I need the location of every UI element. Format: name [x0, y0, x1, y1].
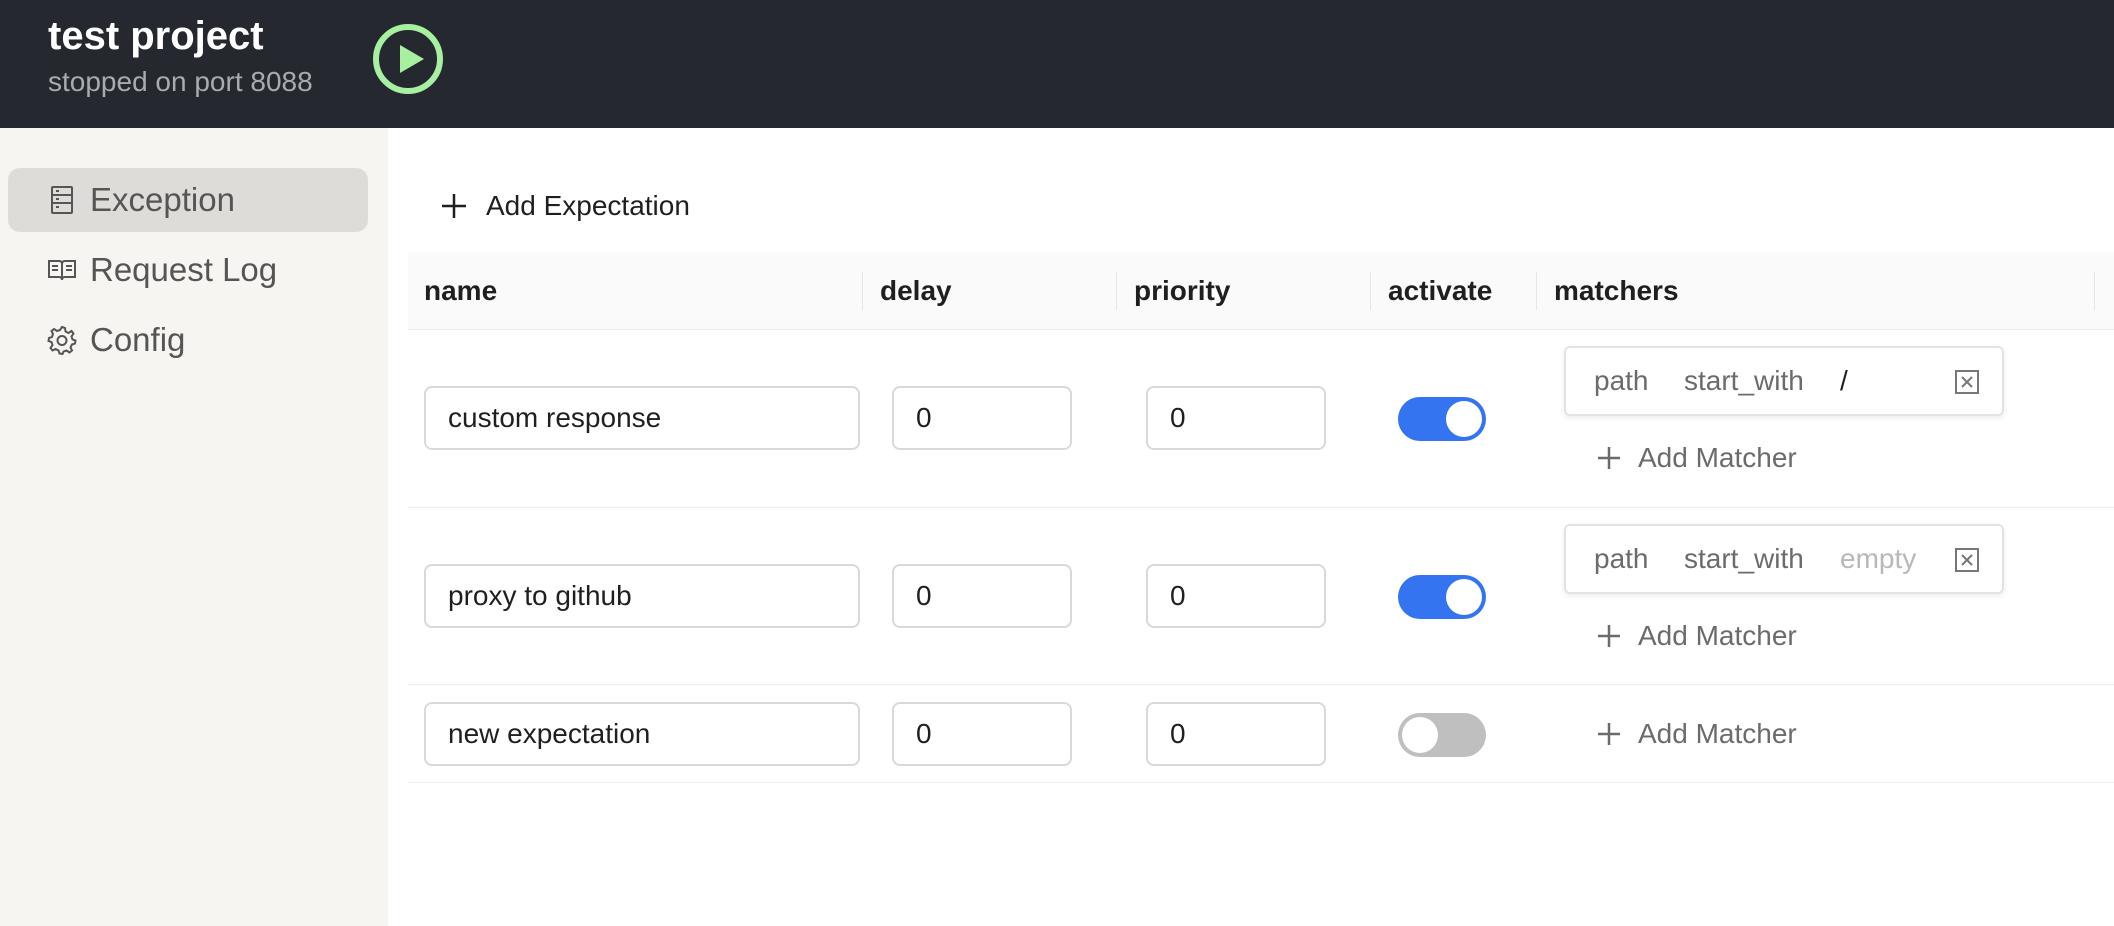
sidebar-item-label: Config: [90, 321, 186, 358]
column-header-priority: priority: [1134, 275, 1231, 306]
expectation-name-input[interactable]: proxy to github: [424, 564, 860, 628]
row-divider: [408, 507, 2114, 508]
activate-toggle[interactable]: [1398, 713, 1486, 757]
sidebar: Exception Request Log Config: [0, 128, 388, 926]
close-icon[interactable]: [1954, 547, 1980, 573]
column-header-activate: activate: [1388, 275, 1493, 306]
add-expectation-label: Add Expectation: [486, 190, 690, 221]
matcher: path start_with /: [1564, 346, 2004, 416]
play-circle-icon: [373, 24, 443, 94]
row-divider: [408, 684, 2114, 685]
matcher: path start_with empty: [1564, 524, 2004, 594]
column-divider: [1370, 272, 1371, 310]
add-matcher-label: Add Matcher: [1638, 442, 1797, 473]
add-matcher-button[interactable]: Add Matcher: [1596, 614, 1797, 658]
add-matcher-label: Add Matcher: [1638, 620, 1797, 651]
main-content: Add Expectation name delay priority acti…: [388, 128, 2114, 926]
sidebar-item-config[interactable]: Config: [8, 308, 368, 372]
column-divider: [1116, 272, 1117, 310]
delay-input[interactable]: 0: [892, 702, 1072, 766]
top-bar: test project stopped on port 8088: [0, 0, 2114, 128]
matcher-op-select[interactable]: start_with: [1684, 526, 1804, 592]
toggle-knob: [1446, 579, 1482, 615]
plus-icon: [1598, 625, 1620, 647]
delay-input[interactable]: 0: [892, 564, 1072, 628]
column-divider: [862, 272, 863, 310]
delay-input[interactable]: 0: [892, 386, 1072, 450]
book-icon: [46, 254, 78, 286]
row-divider: [408, 782, 2114, 783]
column-header-name: name: [424, 275, 498, 306]
expectation-name-input[interactable]: custom response: [424, 386, 860, 450]
plus-icon: [1598, 447, 1620, 469]
add-matcher-label: Add Matcher: [1638, 718, 1797, 749]
matcher-op-select[interactable]: start_with: [1684, 348, 1804, 414]
list-icon: [46, 184, 78, 216]
matcher-value-input[interactable]: empty: [1840, 526, 1916, 592]
column-divider: [1536, 272, 1537, 310]
close-icon[interactable]: [1954, 369, 1980, 395]
play-button[interactable]: [372, 23, 444, 95]
priority-input[interactable]: 0: [1146, 564, 1326, 628]
matcher-field-select[interactable]: path: [1594, 348, 1649, 414]
expectation-name-input[interactable]: new expectation: [424, 702, 860, 766]
matcher-field-select[interactable]: path: [1594, 526, 1649, 592]
plus-icon: [1598, 723, 1620, 745]
sidebar-item-label: Exception: [90, 181, 235, 218]
table-header: name delay priority activate matchers: [408, 252, 2114, 330]
sidebar-item-request-log[interactable]: Request Log: [8, 238, 368, 302]
priority-input[interactable]: 0: [1146, 702, 1326, 766]
column-divider: [2094, 272, 2095, 310]
activate-toggle[interactable]: [1398, 575, 1486, 619]
project-title: test project: [48, 14, 264, 58]
sidebar-item-exception[interactable]: Exception: [8, 168, 368, 232]
column-header-delay: delay: [880, 275, 952, 306]
column-header-matchers: matchers: [1554, 275, 1679, 306]
add-matcher-button[interactable]: Add Matcher: [1596, 712, 1797, 756]
add-expectation-button[interactable]: Add Expectation: [440, 180, 690, 232]
activate-toggle[interactable]: [1398, 397, 1486, 441]
toggle-knob: [1402, 717, 1438, 753]
toggle-knob: [1446, 401, 1482, 437]
add-matcher-button[interactable]: Add Matcher: [1596, 436, 1797, 480]
priority-input[interactable]: 0: [1146, 386, 1326, 450]
gear-icon: [46, 324, 78, 356]
project-status: stopped on port 8088: [48, 66, 313, 97]
plus-icon: [442, 194, 466, 218]
sidebar-item-label: Request Log: [90, 251, 278, 288]
matcher-value-input[interactable]: /: [1840, 348, 1848, 414]
